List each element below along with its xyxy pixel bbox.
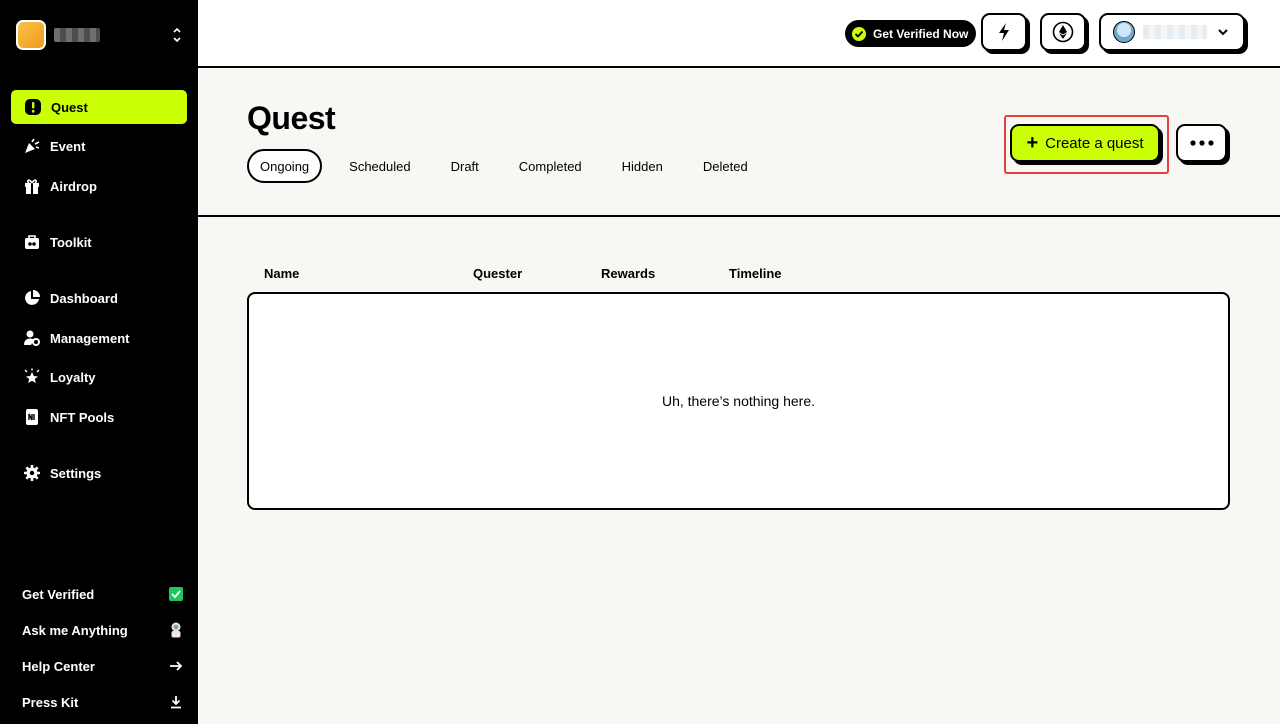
- sidebar-item-toolkit[interactable]: Toolkit: [10, 224, 188, 260]
- chevron-up-down-icon: [173, 27, 181, 43]
- plus-icon: +: [1026, 132, 1039, 154]
- quest-icon: [23, 97, 43, 117]
- sidebar-item-label: Dashboard: [50, 290, 118, 306]
- account-name-redacted: [1143, 25, 1207, 39]
- more-horizontal-icon: [1189, 140, 1214, 146]
- gift-icon: [22, 176, 42, 196]
- column-header-quester: Quester: [473, 266, 523, 281]
- sidebar-item-event[interactable]: Event: [10, 128, 188, 164]
- tab-ongoing[interactable]: Ongoing: [247, 149, 323, 183]
- arrow-right-icon: [168, 658, 184, 674]
- tab-hidden[interactable]: Hidden: [609, 149, 676, 183]
- sidebar-item-label: Event: [50, 138, 86, 154]
- page-header: Quest Ongoing Scheduled Draft Completed …: [198, 69, 1280, 217]
- sidebar-item-settings[interactable]: Settings: [10, 455, 188, 491]
- tab-scheduled[interactable]: Scheduled: [336, 149, 423, 183]
- chevron-down-icon: [1218, 29, 1228, 36]
- sidebar-item-label: Loyalty: [50, 369, 96, 385]
- toolkit-icon: [22, 232, 42, 252]
- create-quest-highlight: + Create a quest: [1004, 115, 1169, 174]
- avatar: [1113, 21, 1135, 43]
- network-button[interactable]: [1040, 13, 1086, 51]
- tab-draft[interactable]: Draft: [438, 149, 492, 183]
- sidebar-item-loyalty[interactable]: Loyalty: [10, 359, 188, 395]
- workspace-logo: [16, 20, 46, 50]
- sidebar-item-label: Quest: [51, 99, 88, 115]
- get-verified-now-label: Get Verified Now: [873, 26, 969, 41]
- top-bar: Get Verified Now: [198, 0, 1280, 68]
- empty-state-message: Uh, there’s nothing here.: [661, 393, 816, 409]
- create-quest-button[interactable]: + Create a quest: [1010, 124, 1160, 162]
- sidebar-item-label: Settings: [50, 465, 102, 481]
- tab-completed[interactable]: Completed: [506, 149, 595, 183]
- account-menu-button[interactable]: [1099, 13, 1245, 51]
- footer-item-press-kit[interactable]: Press Kit: [22, 691, 184, 713]
- sidebar-item-label: NFT Pools: [50, 409, 115, 425]
- sidebar: Quest Event Airdrop Toolkit Dashboard Ma…: [0, 0, 198, 724]
- sparkle-star-icon: [22, 367, 42, 387]
- lightning-icon: [999, 23, 1009, 41]
- footer-item-label: Press Kit: [22, 694, 79, 710]
- verified-badge-icon: [852, 26, 866, 41]
- page-title: Quest: [247, 100, 336, 136]
- checkbox-checked-icon: [168, 586, 184, 602]
- column-header-rewards: Rewards: [601, 266, 656, 281]
- footer-item-get-verified[interactable]: Get Verified: [22, 583, 184, 605]
- footer-item-label: Get Verified: [22, 586, 95, 602]
- sidebar-item-label: Toolkit: [50, 234, 92, 250]
- sidebar-item-nft-pools[interactable]: NFT Pools: [10, 399, 188, 435]
- footer-item-ask-me-anything[interactable]: Ask me Anything: [22, 619, 184, 641]
- status-tabs: Ongoing Scheduled Draft Completed Hidden…: [247, 149, 775, 183]
- workspace-switcher[interactable]: [16, 20, 188, 50]
- astronaut-icon: [168, 622, 184, 638]
- sidebar-item-airdrop[interactable]: Airdrop: [10, 168, 188, 204]
- boost-button[interactable]: [981, 13, 1027, 51]
- user-gear-icon: [22, 328, 42, 348]
- more-options-button[interactable]: [1176, 124, 1227, 162]
- ethereum-icon: [1052, 21, 1074, 43]
- create-quest-label: Create a quest: [1045, 134, 1144, 152]
- column-header-name: Name: [264, 266, 300, 281]
- sidebar-item-dashboard[interactable]: Dashboard: [10, 280, 188, 316]
- sidebar-item-label: Airdrop: [50, 178, 97, 194]
- sidebar-item-management[interactable]: Management: [10, 320, 188, 356]
- nft-icon: [22, 407, 42, 427]
- pie-chart-icon: [22, 288, 42, 308]
- table-header: Name Quester Rewards Timeline: [247, 266, 1230, 284]
- footer-item-help-center[interactable]: Help Center: [22, 655, 184, 677]
- column-header-timeline: Timeline: [729, 266, 782, 281]
- footer-item-label: Help Center: [22, 658, 95, 674]
- get-verified-now-button[interactable]: Get Verified Now: [845, 20, 977, 47]
- sidebar-item-quest[interactable]: Quest: [10, 89, 188, 125]
- gear-icon: [22, 463, 42, 483]
- empty-state: Uh, there’s nothing here.: [247, 292, 1230, 510]
- footer-item-label: Ask me Anything: [22, 622, 128, 638]
- sidebar-item-label: Management: [50, 330, 130, 346]
- download-icon: [168, 694, 184, 710]
- workspace-name-redacted: [54, 28, 100, 42]
- party-popper-icon: [22, 136, 42, 156]
- tab-deleted[interactable]: Deleted: [690, 149, 761, 183]
